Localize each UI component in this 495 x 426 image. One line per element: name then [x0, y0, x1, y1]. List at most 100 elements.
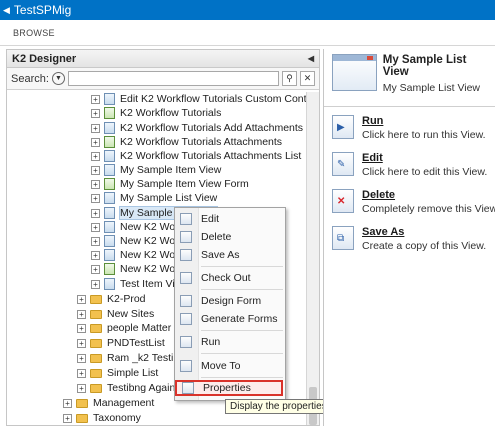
folder-icon	[90, 309, 102, 319]
expand-icon[interactable]: +	[77, 294, 86, 304]
action-delete-description: Completely remove this View.	[362, 203, 495, 215]
form-icon	[104, 107, 115, 119]
tree-item[interactable]: + K2 Workflow Tutorials	[91, 106, 221, 120]
tree-item[interactable]: + K2 Workflow Tutorials Attachments	[91, 135, 282, 149]
generate-forms-icon	[180, 313, 192, 325]
back-arrow-icon[interactable]: ◀	[3, 5, 10, 16]
action-edit[interactable]: ✎ Edit Click here to edit this View.	[332, 152, 487, 178]
save-as-icon: ⧉	[332, 226, 354, 250]
folder-icon	[90, 353, 102, 363]
menu-item-run[interactable]: Run	[175, 334, 285, 350]
tree-folder-label: Management	[93, 397, 155, 409]
menu-item-save-as[interactable]: Save As	[175, 247, 285, 263]
view-icon	[104, 122, 115, 134]
action-delete-link[interactable]: Delete	[362, 189, 495, 201]
expand-icon[interactable]: +	[77, 323, 86, 333]
tree-item-label: K2 Workflow Tutorials	[120, 107, 222, 119]
tree-folder[interactable]: + PNDTestList	[77, 336, 165, 350]
search-input[interactable]	[67, 71, 279, 86]
search-label: Search:	[11, 72, 49, 85]
expand-icon[interactable]: +	[91, 279, 100, 289]
search-options-dropdown-icon[interactable]: ▼	[51, 72, 65, 85]
expand-icon[interactable]: +	[91, 208, 100, 218]
tree-item-label: My Sample List View	[120, 192, 218, 204]
tree-item-label: My Sample Item View Form	[120, 178, 249, 190]
action-run[interactable]: ▶ Run Click here to run this View.	[332, 115, 486, 141]
expand-icon[interactable]: +	[63, 398, 72, 408]
expand-icon[interactable]: +	[91, 250, 100, 260]
form-icon	[104, 263, 115, 275]
expand-icon[interactable]: +	[77, 353, 86, 363]
menu-item-edit[interactable]: Edit	[175, 211, 285, 227]
tree-item[interactable]: + My Sample List View	[91, 191, 217, 205]
expand-icon[interactable]: +	[91, 108, 100, 118]
tree-folder[interactable]: + people Matter	[77, 321, 171, 335]
expand-icon[interactable]: +	[91, 94, 100, 104]
collapse-arrow-icon[interactable]: ◀	[308, 54, 314, 63]
tree-folder[interactable]: + Taxonomy	[63, 411, 141, 425]
form-icon	[104, 178, 115, 190]
expand-icon[interactable]: +	[77, 309, 86, 319]
menu-item-check-out[interactable]: Check Out	[175, 270, 285, 286]
ribbon: BROWSE	[0, 20, 495, 46]
tree-folder[interactable]: + K2-Prod	[77, 292, 146, 306]
expand-icon[interactable]: +	[91, 236, 100, 246]
details-panel: My Sample List View My Sample List View …	[323, 49, 495, 426]
menu-separator	[201, 330, 283, 331]
action-save-as-link[interactable]: Save As	[362, 226, 486, 238]
tree-folder[interactable]: + Ram _k2 Testing	[77, 351, 185, 365]
action-run-link[interactable]: Run	[362, 115, 486, 127]
expand-icon[interactable]: +	[91, 179, 100, 189]
view-icon	[104, 235, 115, 247]
folder-icon	[90, 294, 102, 304]
expand-icon[interactable]: +	[91, 123, 100, 133]
save-as-icon	[180, 249, 192, 261]
expand-icon[interactable]: +	[91, 193, 100, 203]
menu-item-properties[interactable]: Properties	[175, 380, 283, 396]
tree-item[interactable]: + K2 Workflow Tutorials Add Attachments	[91, 121, 303, 135]
view-icon	[104, 150, 115, 162]
action-save-as[interactable]: ⧉ Save As Create a copy of this View.	[332, 226, 486, 252]
expand-icon[interactable]: +	[91, 165, 100, 175]
expand-icon[interactable]: +	[91, 222, 100, 232]
view-icon	[104, 164, 115, 176]
tree-folder-label: K2-Prod	[107, 293, 146, 305]
tree-item-label: K2 Workflow Tutorials Add Attachments	[120, 122, 304, 134]
tree-folder[interactable]: + Testibng Again	[77, 381, 175, 395]
clear-search-icon[interactable]: ✕	[300, 71, 315, 86]
menu-separator	[201, 353, 283, 354]
expand-icon[interactable]: +	[77, 338, 86, 348]
menu-item-generate-forms[interactable]: Generate Forms	[175, 311, 285, 327]
action-edit-link[interactable]: Edit	[362, 152, 487, 164]
tree-item-label: Edit K2 Workflow Tutorials Custom Conten…	[120, 93, 307, 105]
expand-icon[interactable]: +	[91, 137, 100, 147]
tree-item[interactable]: + K2 Workflow Tutorials Attachments List	[91, 149, 301, 163]
folder-icon	[90, 383, 102, 393]
details-title: My Sample List View	[382, 54, 467, 78]
expand-icon[interactable]: +	[77, 368, 86, 378]
action-delete[interactable]: ✕ Delete Completely remove this View.	[332, 189, 495, 215]
tree-item[interactable]: + Edit K2 Workflow Tutorials Custom Conte…	[91, 92, 307, 106]
action-save-as-description: Create a copy of this View.	[362, 240, 487, 252]
tree-item[interactable]: + My Sample Item View	[91, 163, 221, 177]
tree-folder[interactable]: + Management	[63, 396, 154, 410]
tree-item[interactable]: + My Sample Item View Form	[91, 177, 249, 191]
expand-icon[interactable]: +	[63, 413, 72, 423]
menu-item-move-to[interactable]: Move To	[175, 358, 285, 374]
tree-folder[interactable]: + Simple List	[77, 366, 158, 380]
menu-item-delete[interactable]: Delete	[175, 229, 285, 245]
menu-item-label: Properties	[203, 382, 251, 394]
tree-folder[interactable]: + New Sites	[77, 307, 154, 321]
expand-icon[interactable]: +	[91, 264, 100, 274]
tree-scrollbar[interactable]	[306, 92, 319, 425]
expand-icon[interactable]: +	[91, 151, 100, 161]
delete-icon	[180, 231, 192, 243]
ribbon-tab-browse[interactable]: BROWSE	[13, 28, 55, 38]
menu-item-design-form[interactable]: Design Form	[175, 293, 285, 309]
tree-item-label: My Sample Item View	[120, 164, 222, 176]
action-run-description: Click here to run this View.	[362, 129, 486, 141]
tree-folder-label: people Matter	[107, 322, 172, 334]
search-icon[interactable]: ⚲	[282, 71, 297, 86]
expand-icon[interactable]: +	[77, 383, 86, 393]
view-icon	[104, 93, 115, 105]
